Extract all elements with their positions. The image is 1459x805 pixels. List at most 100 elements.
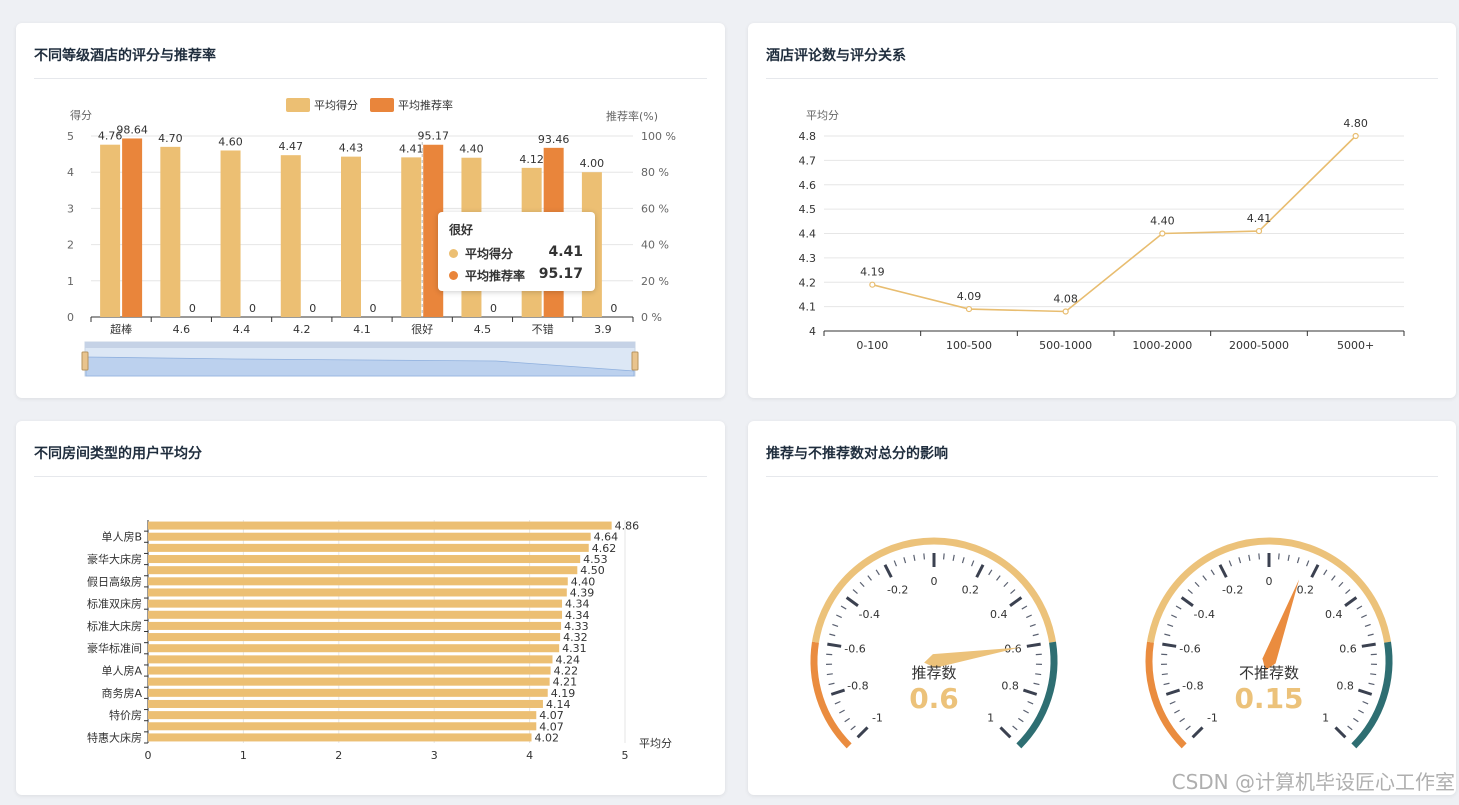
- gauge-minor-tick: [1331, 575, 1336, 581]
- watermark: CSDN @计算机毕设匠心工作室: [1171, 770, 1455, 794]
- gauge-minor-tick: [1027, 700, 1034, 705]
- gauge-minor-tick: [893, 560, 898, 567]
- gauge-minor-tick: [1164, 633, 1171, 637]
- bar-label: 4.33: [564, 620, 589, 633]
- rate-dot-icon: [449, 271, 458, 280]
- data-point[interactable]: [869, 281, 876, 288]
- data-label: 4.80: [1343, 117, 1368, 130]
- y-tick-label: 2: [67, 239, 74, 252]
- bar-label-rate: 98.64: [116, 123, 148, 136]
- gauge-tick-label: 0.6: [1339, 642, 1357, 655]
- bar-label: 4.40: [571, 575, 596, 588]
- gauge-minor-tick: [1161, 673, 1168, 676]
- y-tick-label: 4.4: [799, 228, 817, 241]
- bar-score[interactable]: [220, 150, 241, 317]
- zoom-handle-left[interactable]: [81, 351, 89, 371]
- bar-label-score: 4.00: [580, 157, 605, 170]
- data-point[interactable]: [1159, 230, 1166, 237]
- bar[interactable]: [148, 577, 568, 586]
- y-tick-label: 4.1: [799, 301, 817, 314]
- bar[interactable]: [148, 621, 562, 630]
- gauge-tick-label: -1: [872, 712, 883, 725]
- x-tick-label: 不错: [532, 322, 554, 336]
- tooltip-value: 95.17: [538, 266, 583, 282]
- bar[interactable]: [148, 543, 589, 552]
- bar[interactable]: [148, 655, 553, 664]
- bar[interactable]: [148, 733, 532, 742]
- y2-tick-label: 20 %: [641, 275, 669, 288]
- y-tick-label: 1: [67, 275, 74, 288]
- bar[interactable]: [148, 610, 563, 619]
- gauge-minor-tick: [923, 553, 925, 560]
- data-point[interactable]: [1255, 227, 1263, 235]
- gauge-tick-label: 0.8: [1001, 680, 1019, 693]
- gauge-major-tick: [1218, 564, 1228, 578]
- bar-label: 4.64: [594, 531, 619, 544]
- bar[interactable]: [148, 555, 581, 564]
- tooltip-row-rate: 平均推荐率 95.17: [449, 266, 583, 285]
- y-tick-label: 4: [809, 325, 816, 338]
- gauge-major-tick: [1310, 564, 1320, 578]
- zoom-handle-bar[interactable]: [85, 342, 635, 348]
- score-recommend-card: 不同等级酒店的评分与推荐率 平均得分 平均推荐率 得分 推荐率(%) 0 1 2 3 4 5 0 %…: [16, 23, 725, 398]
- gauge-tick-label: 0: [1266, 575, 1273, 588]
- data-point[interactable]: [965, 305, 973, 313]
- legend-swatch[interactable]: [286, 98, 310, 112]
- gauge-tick-label: -0.8: [1182, 680, 1203, 693]
- bar[interactable]: [148, 532, 591, 541]
- x-tick-label: 4.2: [293, 323, 311, 336]
- bar-score[interactable]: [280, 155, 301, 317]
- data-point[interactable]: [1062, 308, 1069, 315]
- bar[interactable]: [148, 599, 563, 608]
- chart-legend[interactable]: 平均得分 平均推荐率: [286, 98, 453, 112]
- gauge-minor-tick: [844, 717, 850, 723]
- y-tick-label: 单人房A: [101, 665, 142, 678]
- bar[interactable]: [148, 699, 543, 708]
- bar[interactable]: [148, 566, 578, 575]
- bar-score[interactable]: [341, 156, 361, 317]
- y-tick-label: 4.3: [799, 252, 817, 265]
- legend-swatch[interactable]: [370, 98, 394, 112]
- bar-label-score: 4.47: [279, 140, 304, 153]
- gauge-minor-tick: [1169, 700, 1176, 705]
- gauge-minor-tick: [1029, 623, 1036, 628]
- zoom-handle-right[interactable]: [631, 351, 639, 371]
- gauge-minor-tick: [1003, 581, 1009, 588]
- data-label: 4.19: [860, 266, 885, 279]
- bar[interactable]: [148, 722, 537, 731]
- bar[interactable]: [148, 644, 560, 653]
- bar-label: 4.21: [553, 676, 578, 689]
- gauge-minor-tick: [913, 554, 916, 561]
- bar[interactable]: [148, 633, 561, 642]
- bar[interactable]: [148, 521, 612, 530]
- bar-score[interactable]: [401, 157, 422, 317]
- score-recommend-chart: 平均得分 平均推荐率得分 推荐率(%)0123450 %20 %40 %60 %80…: [67, 98, 676, 377]
- x-tick-label: 4.4: [233, 323, 251, 336]
- legend-label[interactable]: 平均推荐率: [398, 98, 453, 112]
- gauge-minor-tick: [1032, 633, 1039, 637]
- bar[interactable]: [148, 677, 550, 686]
- y-tick-label: 0: [67, 311, 74, 324]
- data-point[interactable]: [1352, 132, 1359, 140]
- bar-score[interactable]: [160, 146, 181, 317]
- data-label: 4.08: [1053, 293, 1078, 306]
- bar-label: 4.02: [535, 731, 560, 744]
- bar[interactable]: [148, 588, 567, 597]
- bar-rate[interactable]: [122, 138, 143, 317]
- data-label: 4.09: [957, 290, 982, 303]
- gauge-minor-tick: [1174, 709, 1180, 714]
- legend-label[interactable]: 平均得分: [314, 99, 358, 112]
- gauge-major-tick: [883, 564, 893, 578]
- gauge-minor-tick: [1338, 581, 1344, 588]
- gauge-minor-tick: [1167, 623, 1174, 628]
- bar-label: 4.34: [565, 609, 590, 622]
- y2-tick-label: 40 %: [641, 239, 669, 252]
- gauge-major-tick: [1357, 688, 1373, 696]
- gauge-major-tick: [1026, 642, 1041, 648]
- x-tick-label: 4.5: [474, 323, 492, 336]
- bar[interactable]: [148, 711, 537, 720]
- bar-score[interactable]: [100, 144, 121, 317]
- bar[interactable]: [148, 688, 548, 697]
- bar[interactable]: [148, 666, 551, 675]
- data-zoom-slider[interactable]: [81, 341, 639, 377]
